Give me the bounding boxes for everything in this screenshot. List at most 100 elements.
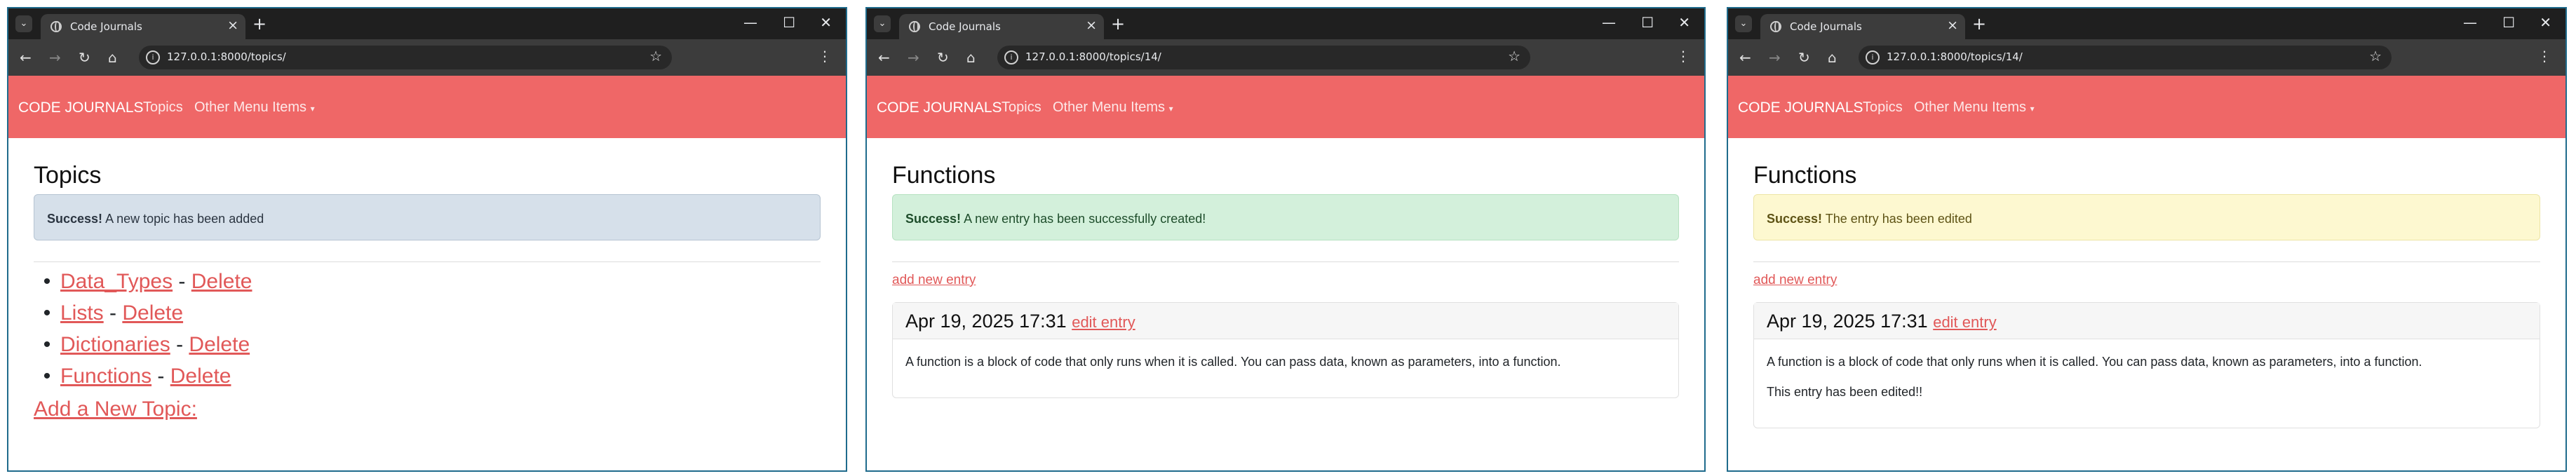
reload-icon[interactable]: ↻ [79,49,90,66]
browser-tab[interactable]: Code Journals × [1760,14,1965,39]
dropdown-caret-icon: ▾ [2030,104,2035,114]
minimize-icon[interactable]: — [2463,14,2477,31]
tab-search-icon[interactable]: ⌄ [15,15,32,32]
divider [34,261,821,262]
browser-menu-icon[interactable]: ⋮ [2537,48,2551,64]
close-window-icon[interactable]: ✕ [2540,14,2551,31]
url-text[interactable]: 127.0.0.1:8000/topics/ [167,50,286,63]
bookmark-star-icon[interactable]: ☆ [1508,48,1520,64]
edit-entry-link[interactable]: edit entry [1933,313,1997,331]
minimize-icon[interactable]: — [743,14,757,31]
address-bar[interactable]: i 127.0.0.1:8000/topics/14/ ☆ [1859,46,2392,69]
address-bar[interactable]: i 127.0.0.1:8000/topics/14/ ☆ [997,46,1530,69]
alert-text: A new entry has been successfully create… [961,212,1206,226]
add-new-entry-link[interactable]: add new entry [1753,273,1837,288]
browser-toolbar: ← → ↻ ⌂ i 127.0.0.1:8000/topics/14/ ☆ ⋮ [867,39,1704,76]
forward-icon[interactable]: → [49,49,61,66]
browser-window-topics: ⌄ Code Journals × + — ☐ ✕ ← → ↻ ⌂ i 127.… [7,7,847,472]
close-window-icon[interactable]: ✕ [820,14,832,31]
tab-strip: ⌄ Code Journals × + — ☐ ✕ [867,8,1704,39]
topic-link[interactable]: Dictionaries [60,333,170,356]
separator: - [173,270,191,293]
minimize-icon[interactable]: — [1602,14,1616,31]
home-icon[interactable]: ⌂ [108,49,117,66]
globe-favicon-icon [1770,21,1781,32]
new-tab-icon[interactable]: + [1111,14,1125,34]
close-window-icon[interactable]: ✕ [1678,14,1690,31]
browser-menu-icon[interactable]: ⋮ [1676,48,1690,64]
tab-search-icon[interactable]: ⌄ [1735,15,1752,32]
tab-title: Code Journals [929,20,1001,33]
separator: - [170,333,189,356]
browser-tab[interactable]: Code Journals × [899,14,1104,39]
address-bar[interactable]: i 127.0.0.1:8000/topics/ ☆ [139,46,672,69]
back-icon[interactable]: ← [20,49,32,66]
page-title: Topics [34,162,102,189]
success-alert: Success! The entry has been edited [1753,194,2540,240]
edit-entry-link[interactable]: edit entry [1072,313,1135,331]
forward-icon[interactable]: → [908,49,919,66]
separator: - [103,301,123,325]
nav-topics-link[interactable]: Topics [1863,100,1903,116]
list-item: • Lists - Delete [34,297,252,329]
browser-menu-icon[interactable]: ⋮ [818,48,832,64]
close-tab-icon[interactable]: × [227,18,238,33]
list-item: • Data_Types - Delete [34,266,252,297]
new-tab-icon[interactable]: + [1972,14,1986,34]
delete-link[interactable]: Delete [122,301,183,325]
browser-toolbar: ← → ↻ ⌂ i 127.0.0.1:8000/topics/ ☆ ⋮ [8,39,846,76]
forward-icon[interactable]: → [1769,49,1781,66]
page-title: Functions [1753,162,1857,189]
home-icon[interactable]: ⌂ [966,49,976,66]
site-info-icon[interactable]: i [1004,50,1018,64]
nav-topics-link[interactable]: Topics [143,100,183,116]
topic-link[interactable]: Functions [60,365,151,388]
site-info-icon[interactable]: i [1866,50,1880,64]
maximize-icon[interactable]: ☐ [1641,14,1654,31]
nav-other-menu[interactable]: Other Menu Items ▾ [1914,100,2035,116]
nav-other-menu[interactable]: Other Menu Items ▾ [194,100,315,116]
delete-link[interactable]: Delete [191,270,252,293]
nav-topics-link[interactable]: Topics [1002,100,1041,116]
brand-link[interactable]: CODE JOURNALS [18,100,144,116]
close-tab-icon[interactable]: × [1086,18,1097,33]
topic-link[interactable]: Lists [60,301,104,325]
bookmark-star-icon[interactable]: ☆ [2369,48,2382,64]
add-topic-link[interactable]: Add a New Topic: [34,397,197,421]
reload-icon[interactable]: ↻ [1798,49,1810,66]
new-tab-icon[interactable]: + [252,14,267,34]
bullet: • [43,333,51,356]
topic-link[interactable]: Data_Types [60,270,173,293]
close-tab-icon[interactable]: × [1947,18,1958,33]
dropdown-caret-icon: ▾ [310,104,315,114]
add-new-entry-link[interactable]: add new entry [892,273,976,288]
entry-text: A function is a block of code that only … [905,355,1561,369]
page-content: Functions Success! A new entry has been … [892,138,1679,470]
reload-icon[interactable]: ↻ [937,49,949,66]
separator: - [151,365,170,388]
maximize-icon[interactable]: ☐ [783,14,795,31]
back-icon[interactable]: ← [878,49,890,66]
site-navbar: CODE JOURNALS Topics Other Menu Items ▾ [8,76,846,138]
tab-strip: ⌄ Code Journals × + — ☐ ✕ [1728,8,2565,39]
delete-link[interactable]: Delete [170,365,231,388]
delete-link[interactable]: Delete [189,333,250,356]
url-text[interactable]: 127.0.0.1:8000/topics/14/ [1887,50,2023,63]
home-icon[interactable]: ⌂ [1828,49,1837,66]
brand-link[interactable]: CODE JOURNALS [877,100,1002,116]
bullet: • [43,301,51,325]
bookmark-star-icon[interactable]: ☆ [649,48,662,64]
entry-text-edited: This entry has been edited!! [1767,385,1923,399]
back-icon[interactable]: ← [1739,49,1751,66]
nav-other-menu[interactable]: Other Menu Items ▾ [1053,100,1173,116]
brand-link[interactable]: CODE JOURNALS [1738,100,1863,116]
globe-favicon-icon [50,21,62,32]
tab-search-icon[interactable]: ⌄ [874,15,891,32]
page-content: Topics Success! A new topic has been add… [34,138,821,470]
tab-strip: ⌄ Code Journals × + — ☐ ✕ [8,8,846,39]
browser-tab[interactable]: Code Journals × [41,14,245,39]
maximize-icon[interactable]: ☐ [2502,14,2515,31]
url-text[interactable]: 127.0.0.1:8000/topics/14/ [1025,50,1161,63]
nav-other-label: Other Menu Items [194,100,307,115]
site-info-icon[interactable]: i [146,50,160,64]
